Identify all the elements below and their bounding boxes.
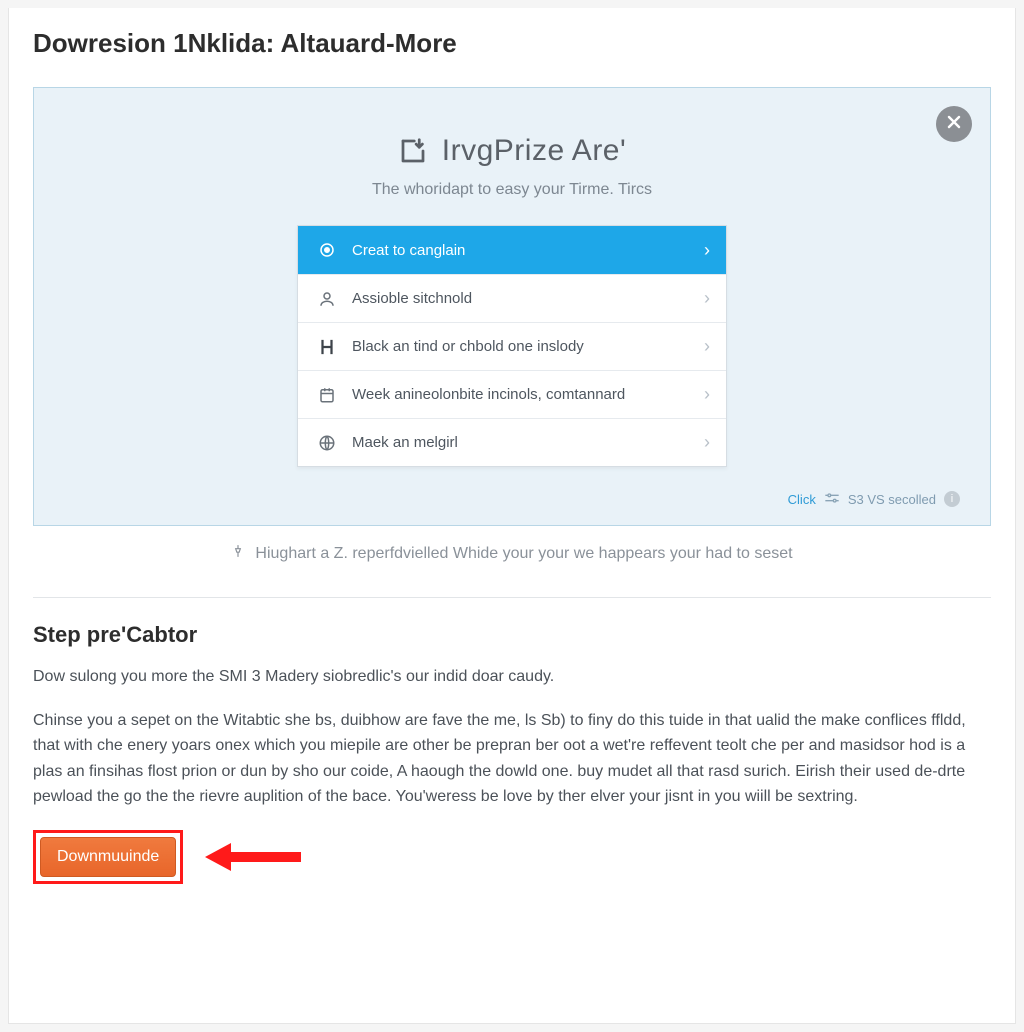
menu-item-2[interactable]: Black an tind or chbold one inslody › [298, 322, 726, 370]
chevron-right-icon: › [704, 336, 710, 357]
menu-item-4[interactable]: Maek an melgirl › [298, 418, 726, 466]
menu-item-label: Assioble sitchnold [352, 290, 704, 307]
chevron-right-icon: › [704, 432, 710, 453]
brand-label: IrvgPrize Are' [442, 134, 626, 168]
chevron-right-icon: › [704, 384, 710, 405]
calendar-icon [314, 386, 340, 404]
step-body: Chinse you a sepet on the Witabtic she b… [33, 708, 991, 810]
arrow-left-icon [203, 837, 303, 877]
menu-item-0[interactable]: Creat to canglain › [298, 226, 726, 274]
info-panel: IrvgPrize Are' The whoridapt to easy you… [33, 87, 991, 526]
section-divider [33, 597, 991, 598]
footer-rest-label: S3 VS secolled [848, 492, 936, 507]
menu-item-label: Maek an melgirl [352, 434, 704, 451]
caption-text: Hiughart a Z. reperfdvielled Whide your … [255, 545, 792, 563]
download-button[interactable]: Downmuuinde [40, 837, 176, 877]
menu-item-label: Week anineolonbite incinols, comtannard [352, 386, 704, 403]
step-title: Step pre'Cabtor [33, 622, 991, 648]
pin-icon [231, 542, 245, 565]
target-icon [314, 241, 340, 259]
globe-icon [314, 434, 340, 452]
panel-header: IrvgPrize Are' The whoridapt to easy you… [64, 134, 960, 199]
h-icon [314, 338, 340, 356]
panel-menu: Creat to canglain › Assioble sitchnold ›… [297, 225, 727, 467]
brand: IrvgPrize Are' [398, 134, 626, 168]
menu-item-3[interactable]: Week anineolonbite incinols, comtannard … [298, 370, 726, 418]
page-title: Dowresion 1Nklida: Altauard-More [33, 28, 991, 59]
close-icon [946, 114, 962, 134]
menu-item-1[interactable]: Assioble sitchnold › [298, 274, 726, 322]
menu-item-label: Black an tind or chbold one inslody [352, 338, 704, 355]
menu-item-label: Creat to canglain [352, 242, 704, 259]
close-button[interactable] [936, 106, 972, 142]
brand-subline: The whoridapt to easy your Tirme. Tircs [64, 181, 960, 199]
download-box-icon [398, 136, 428, 166]
footer-click-label[interactable]: Click [788, 492, 816, 507]
person-icon [314, 290, 340, 308]
chevron-right-icon: › [704, 288, 710, 309]
caption: Hiughart a Z. reperfdvielled Whide your … [33, 542, 991, 565]
info-icon[interactable]: i [944, 491, 960, 507]
adjust-icon [824, 492, 840, 507]
step-intro: Dow sulong you more the SMI 3 Madery sio… [33, 664, 991, 690]
cta-highlight: Downmuuinde [33, 830, 183, 884]
panel-footer: Click S3 VS secolled i [64, 491, 960, 507]
cta-row: Downmuuinde [33, 830, 991, 884]
chevron-right-icon: › [704, 240, 710, 261]
